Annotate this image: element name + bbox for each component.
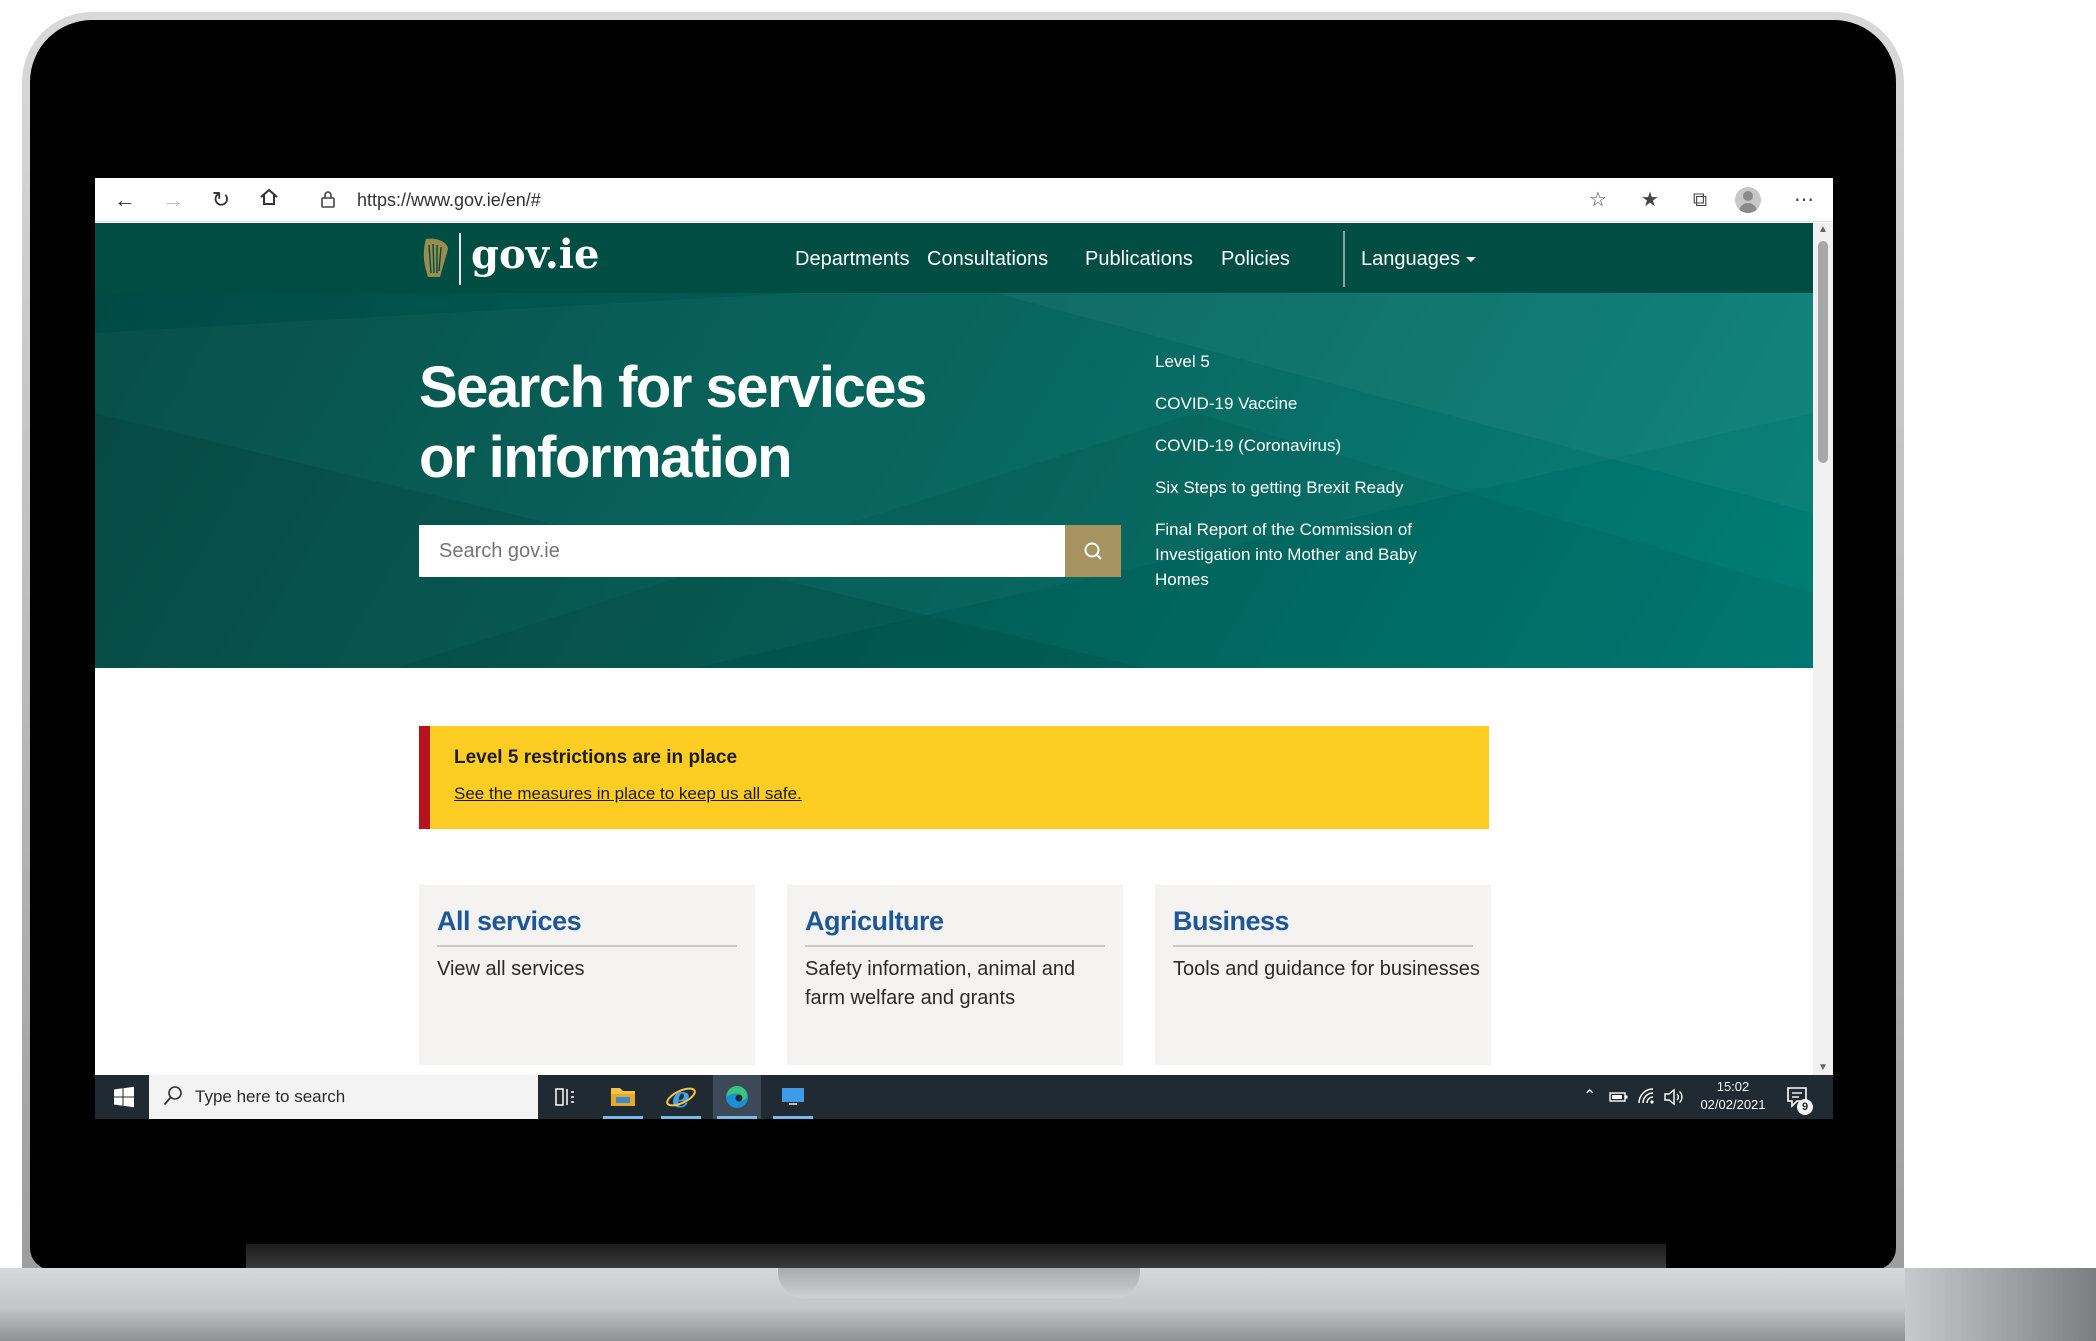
- card-divider: [437, 945, 737, 947]
- profile-avatar-icon[interactable]: [1735, 187, 1761, 213]
- taskbar-running-indicator: [661, 1116, 701, 1119]
- forward-icon[interactable]: →: [159, 186, 187, 214]
- quick-link-covid[interactable]: COVID-19 (Coronavirus): [1155, 433, 1475, 458]
- nav-departments[interactable]: Departments: [795, 245, 910, 273]
- windows-start-icon[interactable]: [113, 1086, 135, 1108]
- hero-banner: Search for services or information Level…: [95, 293, 1813, 668]
- card-divider: [1173, 945, 1473, 947]
- browser-toolbar: ← → ↻ https://www.gov.ie/en/# ☆ ★ ⧉ ⋯: [95, 178, 1833, 222]
- notification-count-badge: 9: [1797, 1099, 1813, 1115]
- quick-link-brexit[interactable]: Six Steps to getting Brexit Ready: [1155, 475, 1475, 500]
- more-options-icon[interactable]: ⋯: [1789, 186, 1819, 214]
- edge-browser-icon[interactable]: [713, 1075, 761, 1119]
- card-title[interactable]: Agriculture: [805, 903, 944, 939]
- volume-icon[interactable]: [1663, 1087, 1685, 1107]
- nav-publications[interactable]: Publications: [1085, 245, 1193, 273]
- search-button[interactable]: [1065, 525, 1121, 577]
- quick-links: Level 5 COVID-19 Vaccine COVID-19 (Coron…: [1155, 349, 1475, 609]
- logo-divider: [459, 233, 461, 285]
- file-explorer-icon[interactable]: [599, 1075, 647, 1119]
- card-agriculture[interactable]: Agriculture Safety information, animal a…: [787, 885, 1123, 1065]
- search-input[interactable]: [419, 525, 1065, 577]
- taskbar-clock[interactable]: 15:02 02/02/2021: [1695, 1078, 1771, 1114]
- taskbar-running-indicator: [603, 1116, 643, 1119]
- nav-consultations[interactable]: Consultations: [927, 245, 1048, 273]
- svg-text:e: e: [672, 1081, 690, 1114]
- page-scrollbar[interactable]: ▲ ▼: [1813, 223, 1833, 1075]
- refresh-icon[interactable]: ↻: [207, 186, 235, 214]
- nav-languages[interactable]: Languages: [1361, 245, 1476, 273]
- caret-down-icon: [1465, 257, 1476, 263]
- desktop-app-icon[interactable]: [769, 1075, 817, 1119]
- clock-time: 15:02: [1716, 1079, 1750, 1094]
- favorites-icon[interactable]: ★: [1635, 186, 1665, 214]
- lock-icon: [321, 191, 335, 208]
- hero-title-line2: or information: [419, 425, 793, 490]
- site-header: gov.ie Departments Consultations Publica…: [95, 223, 1813, 293]
- card-divider: [805, 945, 1105, 947]
- internet-explorer-icon[interactable]: e: [657, 1075, 705, 1119]
- alert-link[interactable]: See the measures in place to keep us all…: [454, 782, 802, 806]
- laptop-screen: ← → ↻ https://www.gov.ie/en/# ☆ ★ ⧉ ⋯ go…: [95, 178, 1833, 1119]
- search-icon: [1084, 542, 1102, 560]
- taskbar-search-box[interactable]: Type here to search: [149, 1075, 538, 1119]
- windows-taskbar: Type here to search e ⌃ 15:02 02/02/2021…: [95, 1075, 1833, 1119]
- task-view-icon[interactable]: [541, 1075, 589, 1119]
- hero-title-line1: Search for services: [419, 355, 927, 420]
- page-viewport: gov.ie Departments Consultations Publica…: [95, 223, 1813, 1075]
- alert-banner: Level 5 restrictions are in place See th…: [419, 726, 1489, 829]
- card-title[interactable]: Business: [1173, 903, 1290, 939]
- wifi-icon[interactable]: [1637, 1087, 1657, 1107]
- card-title[interactable]: All services: [437, 903, 582, 939]
- taskbar-running-indicator: [717, 1116, 757, 1119]
- card-description: Tools and guidance for businesses: [1173, 958, 1480, 980]
- photo-stage: ← → ↻ https://www.gov.ie/en/# ☆ ★ ⧉ ⋯ go…: [0, 0, 2096, 1341]
- magnifier-icon: [163, 1086, 182, 1106]
- laptop-hinge: [246, 1244, 1666, 1270]
- alert-title: Level 5 restrictions are in place: [454, 747, 738, 768]
- card-description: View all services: [437, 958, 585, 980]
- scroll-down-icon[interactable]: ▼: [1813, 1061, 1833, 1075]
- scrollbar-thumb[interactable]: [1818, 241, 1828, 463]
- scroll-up-icon[interactable]: ▲: [1813, 223, 1833, 237]
- tray-overflow-icon[interactable]: ⌃: [1583, 1086, 1596, 1108]
- nav-policies[interactable]: Policies: [1221, 245, 1290, 273]
- address-bar[interactable]: https://www.gov.ie/en/#: [357, 188, 541, 212]
- laptop-thumb-notch: [778, 1268, 1140, 1298]
- back-icon[interactable]: ←: [111, 186, 139, 214]
- hero-title: Search for services or information: [419, 353, 979, 493]
- collections-icon[interactable]: ⧉: [1685, 186, 1715, 214]
- quick-link-final-report[interactable]: Final Report of the Commission of Invest…: [1155, 517, 1475, 592]
- add-favorite-icon[interactable]: ☆: [1583, 186, 1613, 214]
- languages-label: Languages: [1361, 248, 1460, 270]
- site-logo-text[interactable]: gov.ie: [471, 229, 599, 281]
- harp-logo-icon: [423, 238, 448, 277]
- laptop-base-edge: [1905, 1268, 2096, 1341]
- card-all-services[interactable]: All services View all services: [419, 885, 755, 1065]
- taskbar-search-placeholder: Type here to search: [195, 1087, 346, 1106]
- card-business[interactable]: Business Tools and guidance for business…: [1155, 885, 1491, 1065]
- card-description: Safety information, animal and farm welf…: [805, 958, 1076, 1009]
- battery-icon[interactable]: [1609, 1090, 1629, 1104]
- quick-link-level5[interactable]: Level 5: [1155, 349, 1475, 374]
- taskbar-running-indicator: [773, 1116, 813, 1119]
- home-icon[interactable]: [255, 186, 283, 214]
- clock-date: 02/02/2021: [1700, 1097, 1766, 1112]
- quick-link-covid-vaccine[interactable]: COVID-19 Vaccine: [1155, 391, 1475, 416]
- nav-separator: [1343, 231, 1345, 287]
